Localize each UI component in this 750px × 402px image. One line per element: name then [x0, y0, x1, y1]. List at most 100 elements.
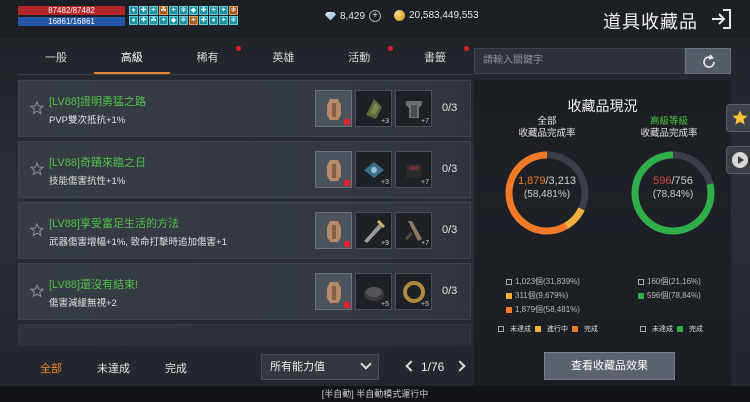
panel-title: 收藏品現況 — [567, 98, 638, 114]
buff-icon: ✚ — [199, 16, 208, 25]
category-tabs: 一般 高級 稀有 英雄 活動 書籤 — [18, 43, 473, 75]
item-slot[interactable] — [315, 273, 352, 310]
chevron-down-icon — [360, 358, 372, 370]
buff-icon: ✚ — [139, 16, 148, 25]
item-slot[interactable] — [315, 212, 352, 249]
gold-currency: 20,583,449,553 — [394, 10, 479, 21]
bookmark-star-icon[interactable] — [30, 284, 44, 298]
buff-icon: ☀ — [209, 6, 218, 15]
hp-bar: 87482/87482 — [18, 6, 125, 15]
ability-dropdown[interactable]: 所有能力值 — [261, 354, 379, 380]
item-slot[interactable]: +3 — [355, 151, 392, 188]
bookmark-star-icon[interactable] — [30, 162, 44, 176]
enhance-level: +7 — [421, 118, 429, 125]
bookmark-star-icon[interactable] — [30, 101, 44, 115]
search-input[interactable]: 請輸入關鍵字 — [474, 48, 685, 74]
buff-icon: ❄ — [179, 16, 188, 25]
enhance-level: +5 — [421, 301, 429, 308]
refresh-icon — [703, 54, 715, 68]
advanced-total: /756 — [671, 175, 693, 187]
all-total: /3,213 — [545, 175, 577, 187]
collection-item[interactable]: [LV88]證明勇猛之路 PVP雙次抵抗+1% +3 +7 0/3 — [18, 80, 471, 137]
item-slot[interactable]: +7 — [395, 151, 432, 188]
enhance-level: +9 — [381, 240, 389, 247]
tab-0[interactable]: 一般 — [18, 43, 94, 74]
bottom-bar: 全部 未達成 完成 所有能力值 1/76 — [18, 350, 473, 384]
item-title: [LV88]證明勇猛之路 — [49, 96, 146, 108]
item-slots: +3 +7 — [315, 151, 432, 188]
item-slot[interactable]: +7 — [395, 212, 432, 249]
collection-item[interactable]: [LV88]還沒有結束! 傷害減緩無視+2 +5 +5 0/3 — [18, 263, 471, 320]
tab-3[interactable]: 英雄 — [245, 43, 321, 74]
prev-page-icon[interactable] — [405, 360, 417, 372]
item-slot[interactable]: +7 — [395, 90, 432, 127]
item-progress: 0/3 — [442, 102, 458, 114]
filter-incomplete[interactable]: 未達成 — [97, 360, 130, 376]
missing-marker — [344, 302, 350, 308]
buff-icon: ♦ — [209, 16, 218, 25]
add-diamond-icon[interactable]: + — [369, 10, 382, 22]
item-title: [LV88]享受富足生活的方法 — [49, 218, 179, 230]
buff-icon: ❄ — [179, 6, 188, 15]
buff-icon: ✦ — [169, 6, 178, 15]
view-effects-button[interactable]: 查看收藏品效果 — [544, 352, 675, 380]
missing-marker — [344, 119, 350, 125]
item-effect: 技能傷害抗性+1% — [49, 176, 126, 187]
item-effect: 傷害減緩無視+2 — [49, 298, 117, 309]
page-title: 道具收藏品 — [603, 12, 698, 32]
advanced-done: 596 — [653, 175, 672, 187]
advanced-heading: 高級等級 收藏品完成率 — [614, 116, 724, 140]
dropdown-value: 所有能力值 — [270, 361, 325, 373]
item-slot[interactable]: +5 — [395, 273, 432, 310]
item-slots: +9 +7 — [315, 212, 432, 249]
mp-bar: 16861/16861 — [18, 17, 125, 26]
tab-2[interactable]: 稀有 — [170, 43, 246, 74]
top-bar: 87482/87482 16861/16861 ♦ ✚ ☀ ☘ ✦ ❄ ◆ ✚ ☀ ✦ ❄ ♦ ✚ ☘ ✦ ◆… — [0, 0, 750, 38]
item-slot[interactable]: +5 — [355, 273, 392, 310]
item-slots: +3 +7 — [315, 90, 432, 127]
tab-4[interactable]: 活動 — [321, 43, 397, 74]
star-icon — [732, 110, 748, 125]
advanced-stat-incomplete: 160個(21,16%) — [638, 276, 701, 287]
item-slot[interactable] — [315, 151, 352, 188]
gold-coin-icon — [394, 10, 405, 21]
item-progress: 0/3 — [442, 224, 458, 236]
enhance-level: +5 — [381, 301, 389, 308]
missing-marker — [344, 180, 350, 186]
buff-icons: ♦ ✚ ☀ ☘ ✦ ❄ ◆ ✚ ☀ ✦ ❄ ♦ ✚ ☘ ✦ ◆ ❄ ☀ ✚ ♦ ✦ ❄ — [129, 6, 238, 25]
enhance-level: +3 — [381, 179, 389, 186]
item-slot[interactable]: +3 — [355, 90, 392, 127]
exit-icon[interactable] — [710, 8, 732, 30]
buff-icon: ♦ — [129, 16, 138, 25]
buff-icon: ❄ — [229, 16, 238, 25]
buff-icon: ☘ — [149, 16, 158, 25]
collection-item-partial[interactable] — [18, 324, 471, 346]
buff-icon: ☀ — [189, 16, 198, 25]
buff-icon: ◆ — [169, 16, 178, 25]
buff-icon: ☘ — [159, 6, 168, 15]
filter-complete[interactable]: 完成 — [165, 360, 187, 376]
buff-icon: ✚ — [139, 6, 148, 15]
auto-mode-status: [半自動] 半自動模式運行中 — [0, 386, 750, 402]
tab-1[interactable]: 高級 — [93, 43, 170, 74]
side-play-button[interactable] — [726, 146, 750, 174]
item-slot[interactable] — [315, 90, 352, 127]
side-favorite-button[interactable] — [726, 104, 750, 132]
tab-5[interactable]: 書籤 — [397, 43, 473, 74]
bookmark-star-icon[interactable] — [30, 223, 44, 237]
notification-dot — [388, 46, 394, 51]
item-slots: +5 +5 — [315, 273, 432, 310]
collection-item[interactable]: [LV88]奇蹟來臨之日 技能傷害抗性+1% +3 +7 0/3 — [18, 141, 471, 198]
filter-all[interactable]: 全部 — [40, 360, 62, 376]
advanced-donut-label: 596/756 (78,84%) — [628, 142, 718, 200]
collection-status-panel: 收藏品現況 全部 收藏品完成率 高級等級 收藏品完成率 1,879/3,213 … — [474, 80, 731, 386]
buff-icon: ✦ — [219, 16, 228, 25]
item-progress: 0/3 — [442, 285, 458, 297]
advanced-stat-complete: 596個(78,84%) — [638, 290, 701, 301]
next-page-icon[interactable] — [454, 360, 466, 372]
item-slot[interactable]: +9 — [355, 212, 392, 249]
refresh-button[interactable] — [685, 48, 731, 74]
all-legend: 未達成 進行中 完成 — [498, 324, 598, 334]
collection-item[interactable]: [LV88]享受富足生活的方法 武器傷害增幅+1%, 致命打擊時追加傷害+1 +9 +… — [18, 202, 471, 259]
buff-icon: ♦ — [129, 6, 138, 15]
